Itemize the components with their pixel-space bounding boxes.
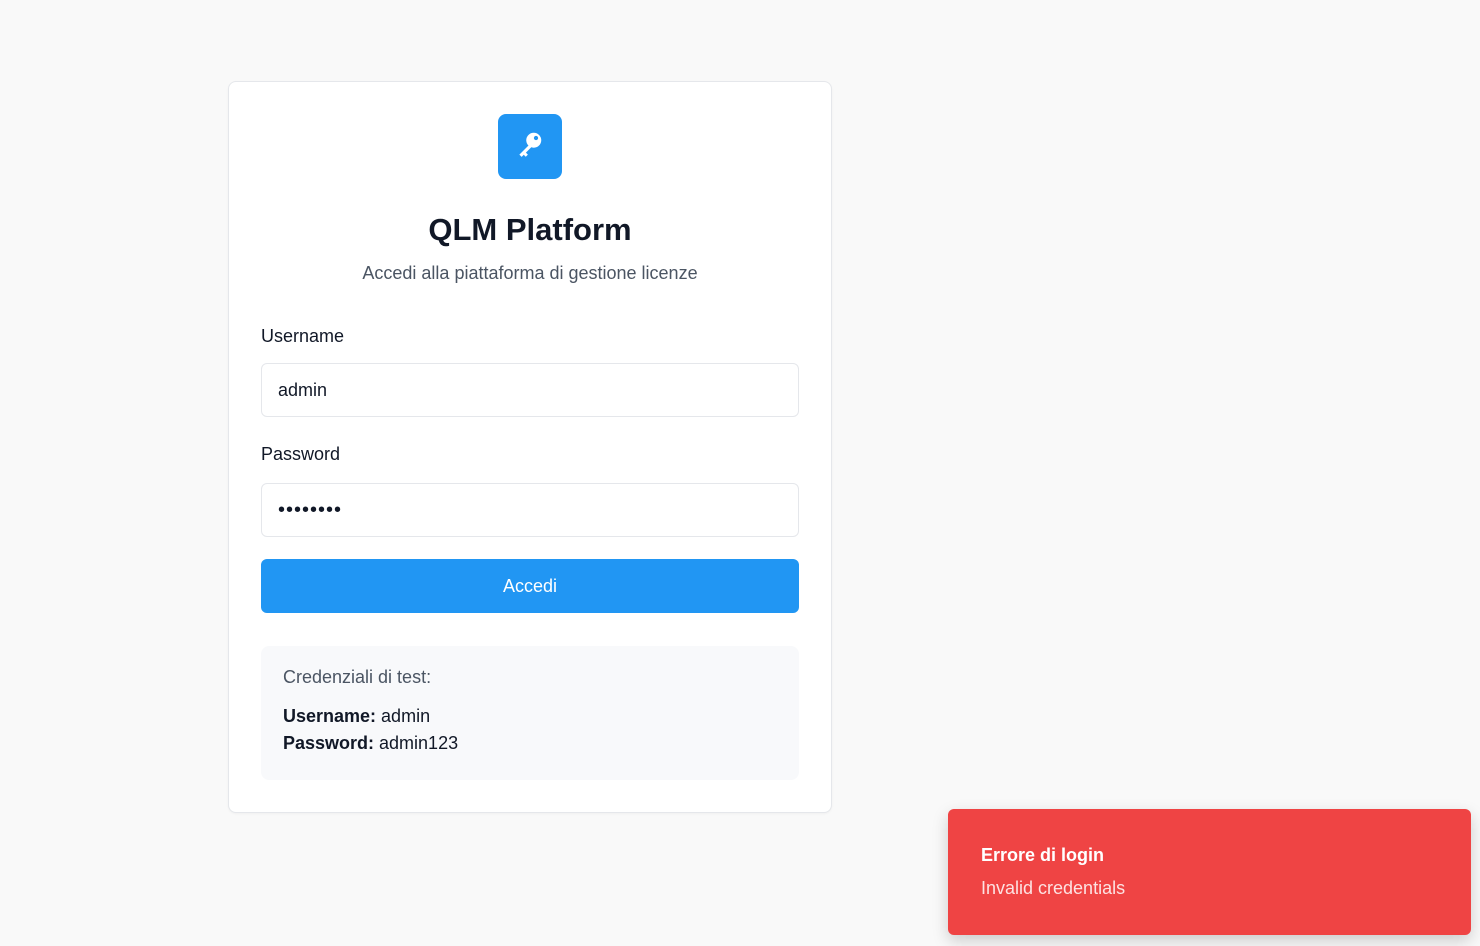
page-subtitle: Accedi alla piattaforma di gestione lice…	[362, 263, 698, 283]
test-password-line: Password: admin123	[283, 730, 777, 757]
username-input[interactable]	[261, 363, 799, 417]
key-icon	[515, 129, 545, 164]
test-password-key: Password:	[283, 733, 375, 753]
toast-title: Errore di login	[981, 845, 1105, 865]
username-label: Username	[261, 326, 345, 346]
test-password-value: admin123	[374, 733, 459, 753]
login-card: QLM Platform Accedi alla piattaforma di …	[228, 81, 832, 813]
test-credentials-box: Credenziali di test: Username: admin Pas…	[261, 646, 799, 780]
test-username-line: Username: admin	[283, 703, 777, 730]
test-username-value: admin	[376, 706, 431, 726]
password-label: Password	[261, 444, 341, 464]
toast-message: Invalid credentials	[981, 878, 1126, 898]
login-button[interactable]: Accedi	[261, 559, 799, 613]
page-title: QLM Platform	[428, 212, 632, 247]
test-username-key: Username:	[283, 706, 377, 726]
error-toast[interactable]: Errore di login Invalid credentials	[948, 809, 1471, 935]
password-input[interactable]	[261, 483, 799, 537]
test-credentials-title: Credenziali di test:	[283, 667, 432, 687]
app-logo	[498, 114, 562, 179]
